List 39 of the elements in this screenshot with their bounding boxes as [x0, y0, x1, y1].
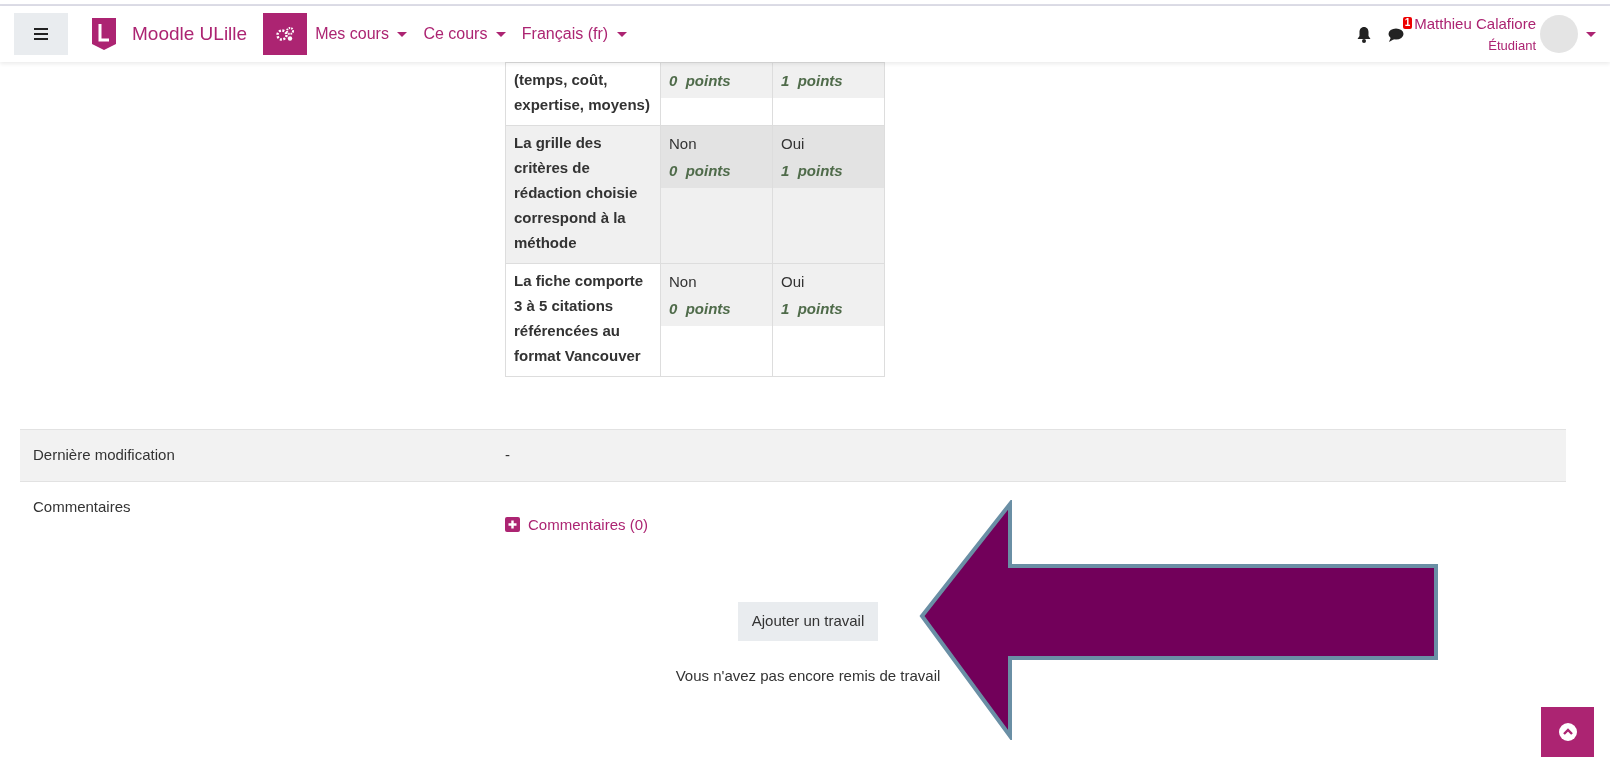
plus-icon	[505, 517, 520, 533]
rubric-level[interactable]: Non 0 points	[660, 125, 773, 264]
level-label: Oui	[781, 134, 806, 154]
avatar-placeholder	[1540, 15, 1578, 53]
status-label: Commentaires	[33, 496, 132, 517]
gears-icon	[275, 26, 296, 42]
level-points: 1 points	[781, 71, 844, 91]
criterion-text: La grille des critères de rédaction choisie correspond à la méthode	[505, 125, 661, 264]
level-points: 0 points	[669, 71, 732, 91]
comments-link[interactable]: Commentaires (0)	[505, 513, 649, 536]
level-label: Non	[669, 272, 698, 292]
submission-status-text: Vous n'avez pas encore remis de travail	[675, 665, 941, 686]
level-points: 0 points	[669, 299, 732, 319]
add-submission-button[interactable]: Ajouter un travail	[737, 602, 879, 641]
dropdown-menu-link[interactable]: Français (fr)	[521, 22, 627, 46]
bell-icon[interactable]	[1356, 25, 1373, 43]
dropdown-menu-link[interactable]: Mes cours	[315, 22, 408, 46]
user-name: Matthieu Calafiore	[1414, 14, 1536, 34]
user-role: Étudiant	[1488, 36, 1536, 55]
menu-button[interactable]	[14, 13, 68, 55]
caret-icon[interactable]	[1586, 31, 1596, 37]
site-name-link[interactable]: Moodle ULille	[132, 19, 248, 49]
dropdown-menu-link[interactable]: Ce cours	[423, 22, 506, 46]
level-label: Oui	[781, 272, 806, 292]
level-points: 0 points	[669, 161, 732, 181]
status-label: Dernière modification	[33, 445, 176, 465]
level-label: Non	[669, 134, 698, 154]
status-value: -	[505, 445, 510, 465]
message-count: 1	[1402, 16, 1413, 29]
level-points: 1 points	[781, 161, 844, 181]
menu-icon	[34, 28, 48, 40]
criterion-text: La fiche comporte 3 à 5 citations référencées au format Vancouver	[505, 263, 661, 377]
criterion-text: (temps, coût, expertise, moyens)	[505, 62, 661, 126]
chevron-up-icon	[1557, 722, 1578, 742]
rubric-level[interactable]: Oui 1 points	[772, 125, 885, 264]
admin-button[interactable]	[263, 13, 308, 55]
back-to-top-button[interactable]	[1541, 707, 1594, 757]
level-points: 1 points	[781, 299, 844, 319]
logo-icon	[92, 18, 116, 50]
